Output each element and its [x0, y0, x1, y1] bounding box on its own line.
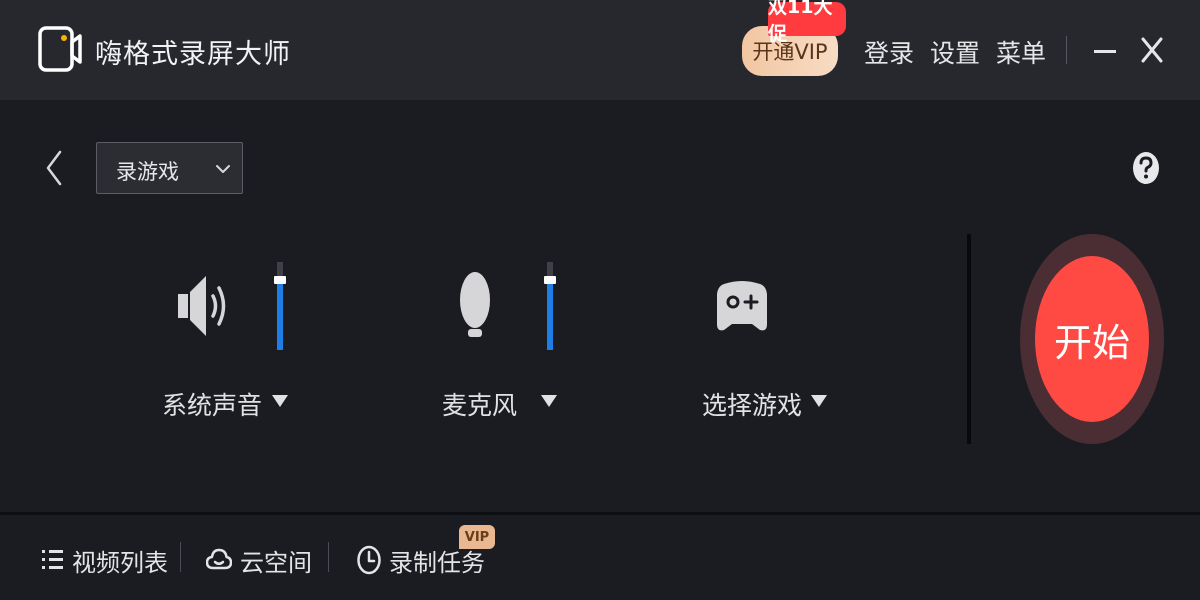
- vip-tag: VIP: [459, 525, 495, 549]
- cloud-space-label: 云空间: [240, 548, 312, 577]
- system-audio-dropdown-icon[interactable]: [272, 395, 288, 407]
- chevron-down-icon: [216, 165, 230, 173]
- list-icon: [42, 550, 63, 569]
- microphone-slider[interactable]: [544, 262, 556, 350]
- title-bar: 嗨格式录屏大师 开通VIP 双11大促 登录 设置 菜单: [0, 0, 1200, 100]
- promo-badge: 双11大促: [768, 0, 846, 45]
- mode-select-value: 录游戏: [116, 160, 179, 184]
- start-button-ring: 开始: [1020, 234, 1164, 444]
- video-list-label: 视频列表: [72, 548, 168, 577]
- microphone-slider-thumb[interactable]: [544, 276, 556, 284]
- header-separator: [1066, 36, 1067, 64]
- clock-icon: [357, 545, 381, 575]
- bottom-bar: 视频列表 云空间 录制任务 VIP: [0, 515, 1200, 600]
- start-button[interactable]: 开始: [1035, 256, 1149, 422]
- bottom-separator: [328, 542, 329, 572]
- gamepad-icon: [717, 281, 767, 331]
- cloud-space-button[interactable]: 云空间: [206, 543, 312, 577]
- close-icon[interactable]: [1140, 36, 1164, 64]
- microphone-icon: [460, 272, 490, 337]
- chevron-left-icon[interactable]: [40, 148, 68, 188]
- system-audio-slider-thumb[interactable]: [274, 276, 286, 284]
- cloud-icon: [206, 548, 232, 570]
- system-audio-slider-fill: [277, 280, 283, 350]
- system-audio-slider[interactable]: [274, 262, 286, 350]
- menu-link[interactable]: 菜单: [996, 34, 1046, 70]
- microphone-dropdown-icon[interactable]: [541, 395, 557, 407]
- select-game-dropdown-icon[interactable]: [811, 395, 827, 407]
- settings-link[interactable]: 设置: [930, 34, 980, 70]
- app-title: 嗨格式录屏大师: [95, 39, 291, 70]
- video-list-button[interactable]: 视频列表: [42, 543, 168, 577]
- microphone-slider-fill: [547, 280, 553, 350]
- camera-icon: [38, 26, 82, 72]
- system-audio-label: 系统声音: [162, 391, 263, 420]
- microphone-label: 麦克风: [442, 391, 518, 420]
- login-link[interactable]: 登录: [864, 34, 914, 70]
- controls-divider: [967, 234, 971, 444]
- speaker-icon: [178, 276, 226, 336]
- question-icon[interactable]: [1132, 151, 1160, 185]
- select-game-label[interactable]: 选择游戏: [702, 386, 802, 422]
- minimize-icon[interactable]: [1093, 38, 1117, 64]
- bottom-separator: [180, 542, 181, 572]
- mode-select[interactable]: 录游戏: [96, 142, 243, 194]
